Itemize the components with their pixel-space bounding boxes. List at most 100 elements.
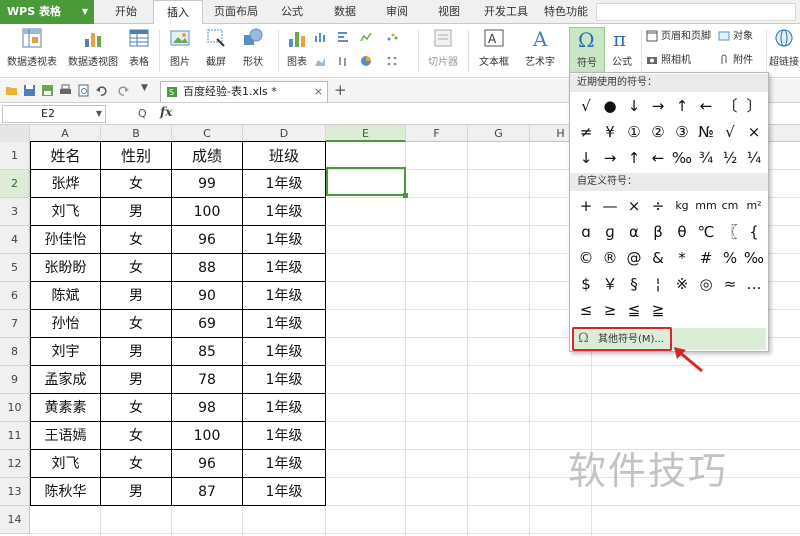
symbol-item[interactable]: ‰ <box>670 145 694 171</box>
cell-b11[interactable]: 女 <box>101 422 172 450</box>
symbol-item[interactable]: ¥ <box>598 119 622 145</box>
cell-d7[interactable]: 1年级 <box>243 310 326 338</box>
cell-c4[interactable]: 96 <box>172 226 243 254</box>
symbol-item[interactable]: ≤ <box>574 297 598 323</box>
cell-c9[interactable]: 78 <box>172 366 243 394</box>
table-button[interactable]: 表格 <box>124 27 154 75</box>
symbol-item[interactable]: § <box>622 271 646 297</box>
symbol-item[interactable]: & <box>646 245 670 271</box>
symbol-item[interactable]: ≧ <box>646 297 670 323</box>
close-icon[interactable]: × <box>314 82 323 102</box>
camera-button[interactable]: 照相机 <box>646 53 691 69</box>
tab-data[interactable]: 数据 <box>325 0 365 24</box>
slicer-button[interactable]: 切片器 <box>423 27 463 75</box>
tab-page-layout[interactable]: 页面布局 <box>208 0 264 24</box>
object-button[interactable]: 对象 <box>718 29 753 45</box>
new-tab-plus-icon[interactable]: + <box>334 81 347 99</box>
header-cell-a1[interactable]: 姓名 <box>30 141 101 170</box>
symbol-item[interactable]: β <box>646 219 670 245</box>
symbol-item[interactable]: * <box>670 245 694 271</box>
row-header-13[interactable]: 13 <box>0 478 30 506</box>
cell-a11[interactable]: 王语嫣 <box>30 422 101 450</box>
cell-c3[interactable]: 100 <box>172 198 243 226</box>
symbol-item[interactable]: ● <box>598 93 622 119</box>
cell-c11[interactable]: 100 <box>172 422 243 450</box>
undo-icon[interactable] <box>95 84 108 97</box>
cell-c10[interactable]: 98 <box>172 394 243 422</box>
print-preview-icon[interactable] <box>77 84 90 97</box>
column-header-a[interactable]: A <box>30 125 101 142</box>
cell-b5[interactable]: 女 <box>101 254 172 282</box>
symbol-button[interactable]: Ω 符号 <box>569 27 605 75</box>
column-header-e[interactable]: E <box>326 125 406 142</box>
symbol-item[interactable]: ≦ <box>622 297 646 323</box>
symbol-item[interactable]: № <box>694 119 718 145</box>
symbol-item[interactable]: ↓ <box>574 145 598 171</box>
cell-d4[interactable]: 1年级 <box>243 226 326 254</box>
symbol-item[interactable]: ↑ <box>670 93 694 119</box>
symbol-item[interactable]: √ <box>574 93 598 119</box>
symbol-item[interactable]: × <box>622 193 646 219</box>
column-header-c[interactable]: C <box>172 125 243 142</box>
ribbon-search-box[interactable] <box>596 3 796 21</box>
cell-a9[interactable]: 孟家成 <box>30 366 101 394</box>
symbol-item[interactable]: ‰ <box>742 245 766 271</box>
symbol-item[interactable]: θ <box>670 219 694 245</box>
symbol-item[interactable]: ½ <box>718 145 742 171</box>
cell-b12[interactable]: 女 <box>101 450 172 478</box>
pivot-chart-button[interactable]: 数据透视图 <box>64 27 122 75</box>
symbol-item[interactable]: ¼ <box>742 145 766 171</box>
tab-formula[interactable]: 公式 <box>272 0 312 24</box>
cell-a4[interactable]: 孙佳怡 <box>30 226 101 254</box>
symbol-item[interactable]: ← <box>646 145 670 171</box>
symbol-item[interactable]: ℃ <box>694 219 718 245</box>
symbol-item[interactable]: ※ <box>670 271 694 297</box>
cell-a2[interactable]: 张烨 <box>30 170 101 198</box>
cell-b8[interactable]: 男 <box>101 338 172 366</box>
column-chart-dropdown[interactable] <box>314 30 329 46</box>
symbol-item[interactable]: ① <box>622 119 646 145</box>
bar-chart-dropdown[interactable] <box>337 30 352 46</box>
cell-a8[interactable]: 刘宇 <box>30 338 101 366</box>
cell-d9[interactable]: 1年级 <box>243 366 326 394</box>
formula-insert-button[interactable]: π 公式 <box>607 27 637 75</box>
quick-access-dropdown-icon[interactable]: ▼ <box>141 83 148 93</box>
screenshot-button[interactable]: 截屏 <box>199 27 233 75</box>
cell-d12[interactable]: 1年级 <box>243 450 326 478</box>
cell-c13[interactable]: 87 <box>172 478 243 506</box>
symbol-item[interactable]: ￥ <box>598 271 622 297</box>
header-footer-button[interactable]: 页眉和页脚 <box>646 29 711 45</box>
symbol-item[interactable]: ≠ <box>574 119 598 145</box>
row-header-1[interactable]: 1 <box>0 142 30 170</box>
symbol-item[interactable]: m² <box>742 193 766 219</box>
symbol-item[interactable]: kg <box>670 193 694 219</box>
cell-a10[interactable]: 黄素素 <box>30 394 101 422</box>
cell-a12[interactable]: 刘飞 <box>30 450 101 478</box>
symbol-item[interactable]: ↑ <box>622 145 646 171</box>
other-chart-dropdown[interactable] <box>386 54 401 70</box>
cell-d8[interactable]: 1年级 <box>243 338 326 366</box>
symbol-item[interactable]: ¦ <box>646 271 670 297</box>
row-header-7[interactable]: 7 <box>0 310 30 338</box>
tab-insert[interactable]: 插入 <box>153 0 203 25</box>
scatter-chart-dropdown[interactable] <box>386 30 401 46</box>
cell-d3[interactable]: 1年级 <box>243 198 326 226</box>
print-icon[interactable] <box>59 84 72 97</box>
cell-b10[interactable]: 女 <box>101 394 172 422</box>
symbol-item[interactable]: ← <box>694 93 718 119</box>
line-chart-dropdown[interactable] <box>360 30 375 46</box>
open-folder-icon[interactable] <box>5 84 18 97</box>
chart-button[interactable]: 图表 <box>282 27 312 75</box>
tab-review[interactable]: 审阅 <box>377 0 417 24</box>
row-header-9[interactable]: 9 <box>0 366 30 394</box>
row-header-14[interactable]: 14 <box>0 506 30 534</box>
symbol-item[interactable]: … <box>742 271 766 297</box>
symbol-item[interactable]: 〔 <box>718 93 742 119</box>
wps-app-menu-button[interactable]: WPS 表格 ▼ <box>0 0 94 24</box>
cell-c6[interactable]: 90 <box>172 282 243 310</box>
symbol-item[interactable]: mm <box>694 193 718 219</box>
row-header-10[interactable]: 10 <box>0 394 30 422</box>
cell-a3[interactable]: 刘飞 <box>30 198 101 226</box>
selected-cell-e2[interactable] <box>326 167 406 196</box>
symbol-item[interactable]: ◎ <box>694 271 718 297</box>
